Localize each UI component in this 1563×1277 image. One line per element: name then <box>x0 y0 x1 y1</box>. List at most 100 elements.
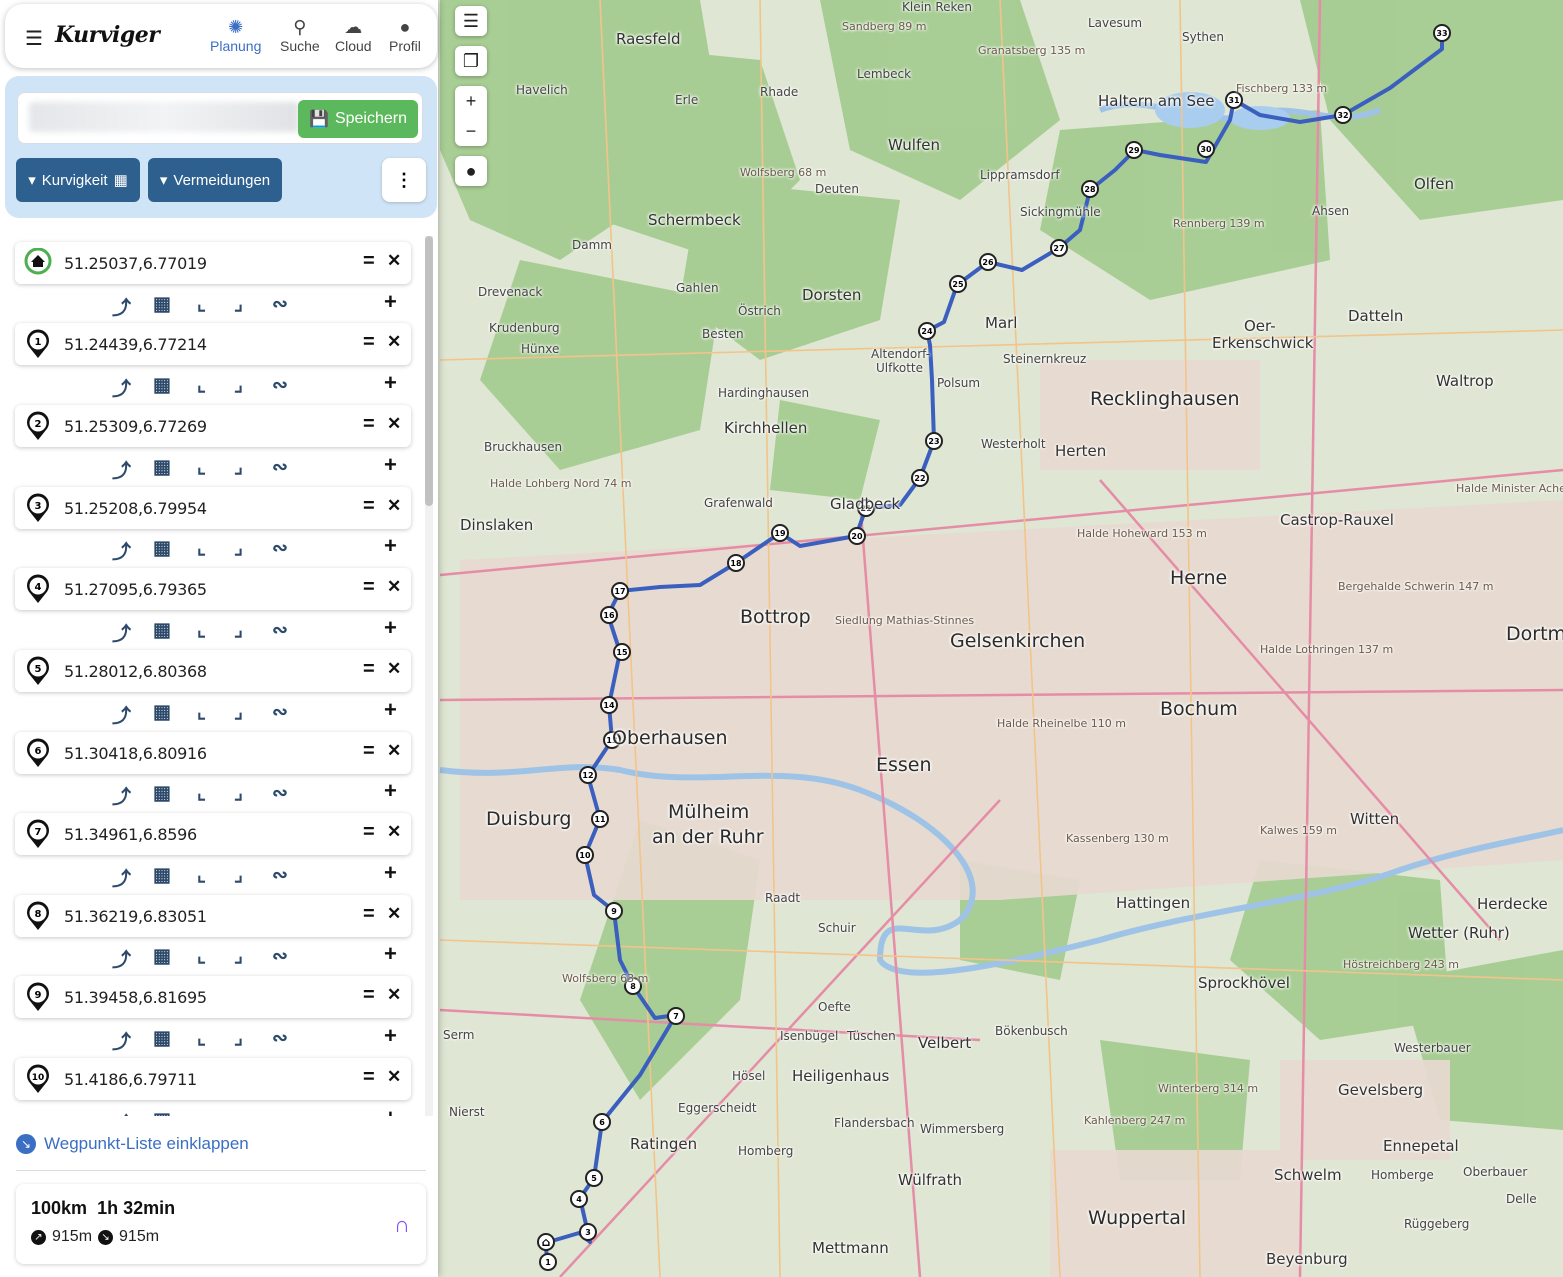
fastest-icon[interactable]: ⤴ <box>112 456 131 483</box>
curvy-road-icon[interactable]: ▦ <box>153 945 171 968</box>
add-waypoint-icon[interactable]: + <box>384 778 397 804</box>
curve-3-icon[interactable]: ∾ <box>272 619 288 642</box>
fastest-icon[interactable]: ⤴ <box>112 945 131 972</box>
waypoint-list[interactable]: 51.25037,6.77019 = ✕ ⤴ ▦ ⌞ ⌟ ∾ + 1 51.24… <box>12 236 420 1116</box>
route-marker[interactable]: 26 <box>979 253 997 271</box>
curve-3-icon[interactable]: ∾ <box>272 374 288 397</box>
remove-waypoint-icon[interactable]: ✕ <box>387 741 401 761</box>
route-marker[interactable]: 9 <box>605 902 623 920</box>
route-marker[interactable]: 25 <box>949 275 967 293</box>
add-waypoint-icon[interactable]: + <box>384 860 397 886</box>
route-marker[interactable]: 3 <box>579 1223 597 1241</box>
curve-3-icon[interactable]: ∾ <box>272 1027 288 1050</box>
layers-icon[interactable]: ☰ <box>455 6 487 36</box>
curvy-road-icon[interactable]: ▦ <box>153 864 171 887</box>
layers-control[interactable]: ☰ <box>455 6 487 36</box>
curve-2-icon[interactable]: ⌟ <box>234 945 243 968</box>
route-marker[interactable]: 19 <box>771 524 789 542</box>
location-pin-icon[interactable]: ● <box>455 156 487 186</box>
zoom-out-button[interactable]: − <box>455 116 487 146</box>
add-waypoint-icon[interactable]: + <box>384 615 397 641</box>
route-marker[interactable]: 7 <box>667 1007 685 1025</box>
waypoint-row[interactable]: 7 51.34961,6.8596 = ✕ <box>15 813 411 855</box>
waypoint-row[interactable]: 10 51.4186,6.79711 = ✕ <box>15 1058 411 1100</box>
curvy-road-icon[interactable]: ▦ <box>153 456 171 479</box>
fastest-icon[interactable]: ⤴ <box>112 619 131 646</box>
waypoint-coords[interactable]: 51.36219,6.83051 <box>64 907 207 926</box>
fastest-icon[interactable]: ⤴ <box>112 1027 131 1054</box>
route-marker[interactable]: 15 <box>613 643 631 661</box>
curve-3-icon[interactable]: ∾ <box>272 293 288 316</box>
route-marker[interactable]: 4 <box>570 1190 588 1208</box>
route-marker[interactable]: 6 <box>593 1113 611 1131</box>
curve-3-icon[interactable]: ∾ <box>272 864 288 887</box>
curve-2-icon[interactable]: ⌟ <box>234 864 243 887</box>
curve-3-icon[interactable]: ∾ <box>272 701 288 724</box>
fastest-icon[interactable]: ⤴ <box>112 374 131 401</box>
curve-1-icon[interactable]: ⌞ <box>197 701 206 724</box>
waypoint-row[interactable]: 51.25037,6.77019 = ✕ <box>15 242 411 284</box>
zoom-in-button[interactable]: + <box>455 86 487 116</box>
curve-2-icon[interactable]: ⌟ <box>234 1027 243 1050</box>
route-marker[interactable]: 23 <box>925 432 943 450</box>
route-marker[interactable]: 5 <box>585 1169 603 1187</box>
curve-3-icon[interactable]: ∾ <box>272 1109 288 1116</box>
route-marker[interactable]: 18 <box>727 554 745 572</box>
fastest-icon[interactable]: ⤴ <box>112 537 131 564</box>
overlay-control[interactable]: ❐ <box>455 46 487 76</box>
curve-1-icon[interactable]: ⌞ <box>197 782 206 805</box>
waypoint-row[interactable]: 1 51.24439,6.77214 = ✕ <box>15 323 411 365</box>
curve-3-icon[interactable]: ∾ <box>272 782 288 805</box>
drag-handle-icon[interactable]: = <box>363 576 375 599</box>
route-marker[interactable]: 32 <box>1334 106 1352 124</box>
route-marker[interactable]: 10 <box>576 846 594 864</box>
drag-handle-icon[interactable]: = <box>363 495 375 518</box>
copy-layers-icon[interactable]: ❐ <box>455 46 487 76</box>
drag-handle-icon[interactable]: = <box>363 658 375 681</box>
curve-2-icon[interactable]: ⌟ <box>234 374 243 397</box>
route-marker[interactable]: 33 <box>1433 24 1451 42</box>
route-marker[interactable]: 16 <box>600 606 618 624</box>
remove-waypoint-icon[interactable]: ✕ <box>387 904 401 924</box>
curve-2-icon[interactable]: ⌟ <box>234 456 243 479</box>
route-marker[interactable]: 11 <box>591 810 609 828</box>
add-waypoint-icon[interactable]: + <box>384 1105 397 1116</box>
remove-waypoint-icon[interactable]: ✕ <box>387 985 401 1005</box>
route-marker[interactable]: 17 <box>611 582 629 600</box>
drag-handle-icon[interactable]: = <box>363 331 375 354</box>
remove-waypoint-icon[interactable]: ✕ <box>387 496 401 516</box>
waypoint-coords[interactable]: 51.30418,6.80916 <box>64 744 207 763</box>
curvy-road-icon[interactable]: ▦ <box>153 782 171 805</box>
remove-waypoint-icon[interactable]: ✕ <box>387 251 401 271</box>
route-marker[interactable]: 30 <box>1197 140 1215 158</box>
waypoint-coords[interactable]: 51.4186,6.79711 <box>64 1070 197 1089</box>
curve-2-icon[interactable]: ⌟ <box>234 619 243 642</box>
add-waypoint-icon[interactable]: + <box>384 697 397 723</box>
waypoint-list-scrollbar[interactable] <box>425 236 433 1116</box>
waypoint-coords[interactable]: 51.28012,6.80368 <box>64 662 207 681</box>
waypoint-row[interactable]: 3 51.25208,6.79954 = ✕ <box>15 487 411 529</box>
waypoint-row[interactable]: 6 51.30418,6.80916 = ✕ <box>15 732 411 774</box>
curvy-road-icon[interactable]: ▦ <box>153 701 171 724</box>
curve-2-icon[interactable]: ⌟ <box>234 537 243 560</box>
curve-3-icon[interactable]: ∾ <box>272 945 288 968</box>
route-marker[interactable]: 24 <box>918 322 936 340</box>
nav-suche[interactable]: ⚲ Suche <box>280 16 320 54</box>
waypoint-row[interactable]: 5 51.28012,6.80368 = ✕ <box>15 650 411 692</box>
remove-waypoint-icon[interactable]: ✕ <box>387 659 401 679</box>
curvy-road-icon[interactable]: ▦ <box>153 1027 171 1050</box>
drag-handle-icon[interactable]: = <box>363 984 375 1007</box>
waypoint-coords[interactable]: 51.27095,6.79365 <box>64 580 207 599</box>
route-marker[interactable]: 1 <box>539 1253 557 1271</box>
waypoint-coords[interactable]: 51.25037,6.77019 <box>64 254 207 273</box>
menu-icon[interactable]: ☰ <box>25 26 43 51</box>
curve-1-icon[interactable]: ⌞ <box>197 1109 206 1116</box>
route-marker[interactable]: 20 <box>848 527 866 545</box>
route-marker[interactable]: 14 <box>600 696 618 714</box>
curvy-road-icon[interactable]: ▦ <box>153 619 171 642</box>
waypoint-coords[interactable]: 51.34961,6.8596 <box>64 825 197 844</box>
locate-control[interactable]: ● <box>455 156 487 186</box>
drag-handle-icon[interactable]: = <box>363 903 375 926</box>
curve-1-icon[interactable]: ⌞ <box>197 374 206 397</box>
remove-waypoint-icon[interactable]: ✕ <box>387 1067 401 1087</box>
